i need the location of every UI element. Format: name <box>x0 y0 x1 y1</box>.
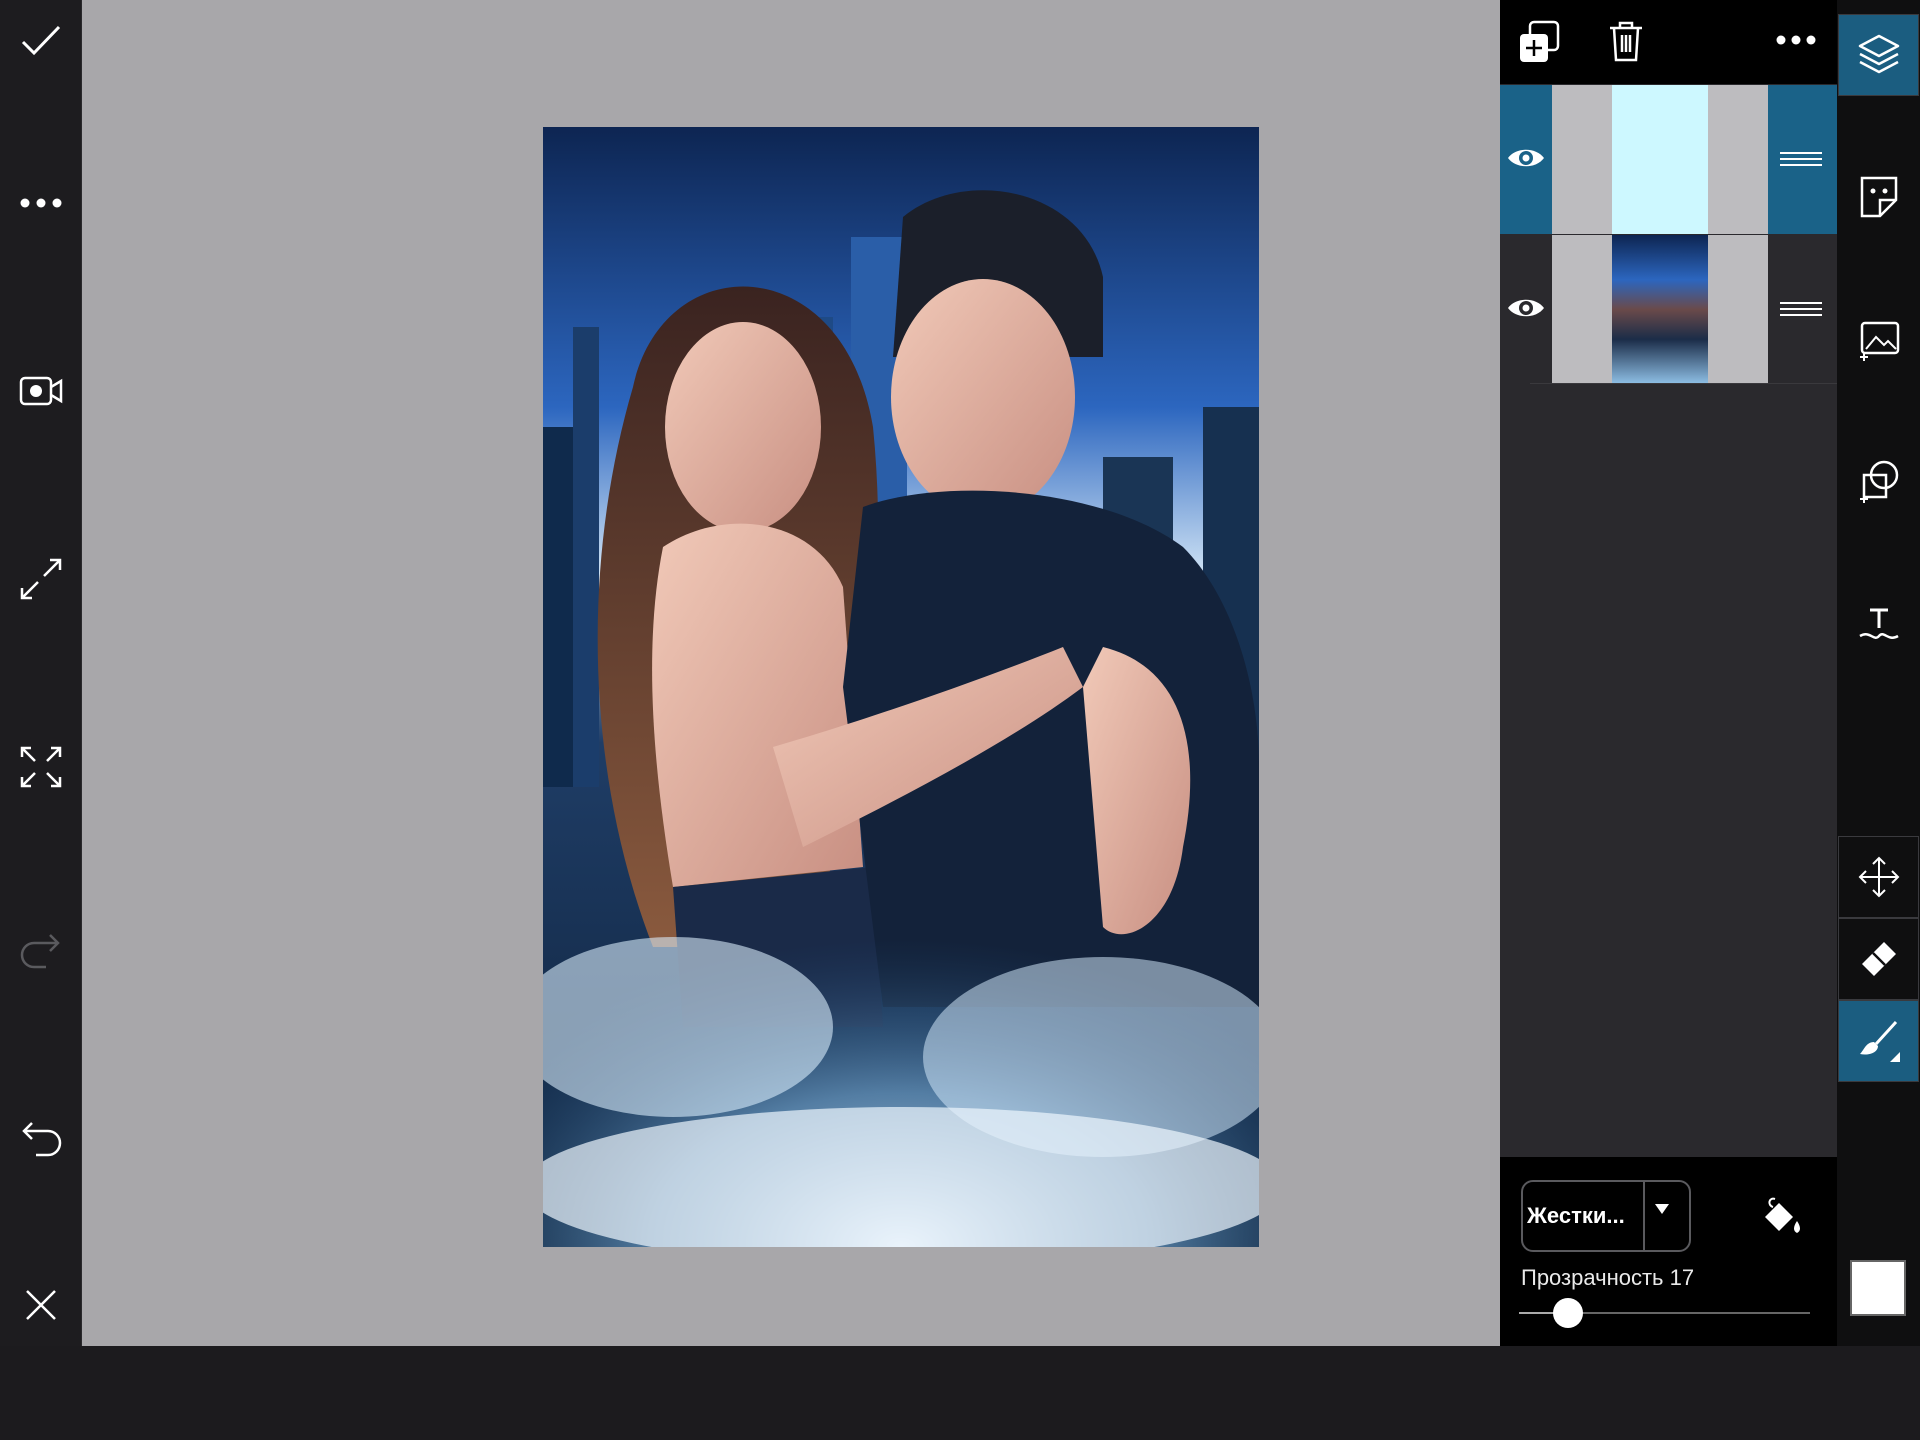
layer-visibility-icon[interactable] <box>1506 295 1546 321</box>
right-toolbar <box>1837 0 1920 1346</box>
add-shape-icon[interactable] <box>1837 441 1920 523</box>
expand-icon[interactable] <box>0 544 81 614</box>
layer-thumbnail-fill <box>1612 85 1708 234</box>
opacity-label: Прозрачность 17 <box>1521 1265 1695 1290</box>
blend-panel: Жестки... Прозрачность 17 <box>1500 1157 1837 1346</box>
layers-more-icon[interactable] <box>1775 34 1817 46</box>
layer-thumbnail[interactable] <box>1552 235 1768 384</box>
move-icon[interactable] <box>1838 836 1919 918</box>
opacity-slider[interactable] <box>1519 1298 1810 1328</box>
chevron-down-icon <box>1655 1204 1669 1214</box>
blend-mode-label: Жестки... <box>1527 1203 1625 1228</box>
layer-divider <box>1530 383 1837 384</box>
current-color-swatch[interactable] <box>1850 1260 1906 1316</box>
layer-drag-handle-icon[interactable] <box>1780 151 1822 167</box>
fit-screen-icon[interactable] <box>0 732 81 802</box>
redo-icon[interactable] <box>0 918 81 988</box>
layer-drag-handle-icon[interactable] <box>1780 301 1822 317</box>
bottom-strip <box>0 1346 1920 1440</box>
add-photo-icon[interactable] <box>1837 299 1920 381</box>
layer-visibility-icon[interactable] <box>1506 145 1546 171</box>
layer-row[interactable] <box>1500 235 1837 384</box>
eraser-icon[interactable] <box>1838 918 1919 1000</box>
layer-thumbnail-photo <box>1612 235 1708 384</box>
opacity-slider-knob[interactable] <box>1553 1298 1584 1328</box>
add-layer-icon[interactable] <box>1518 20 1562 64</box>
brush-icon[interactable] <box>1838 1000 1919 1082</box>
artwork-image[interactable] <box>543 127 1259 1247</box>
more-icon[interactable] <box>0 168 81 238</box>
left-toolbar <box>0 0 83 1346</box>
blend-divider <box>1643 1182 1645 1250</box>
undo-icon[interactable] <box>0 1106 81 1176</box>
layers-icon[interactable] <box>1838 14 1919 96</box>
fill-bucket-icon[interactable] <box>1757 1195 1803 1241</box>
close-icon[interactable] <box>0 1270 81 1340</box>
sticker-icon[interactable] <box>1837 156 1920 238</box>
layers-toolbar <box>1500 0 1837 84</box>
text-icon[interactable] <box>1837 584 1920 666</box>
blend-mode-select[interactable]: Жестки... <box>1521 1180 1691 1252</box>
layer-row[interactable] <box>1500 85 1837 234</box>
delete-layer-icon[interactable] <box>1608 20 1644 62</box>
layer-thumbnail[interactable] <box>1552 85 1768 234</box>
canvas-area[interactable] <box>82 0 1500 1346</box>
check-icon[interactable] <box>0 6 81 76</box>
layers-panel <box>1500 0 1837 1346</box>
video-record-icon[interactable] <box>0 356 81 426</box>
